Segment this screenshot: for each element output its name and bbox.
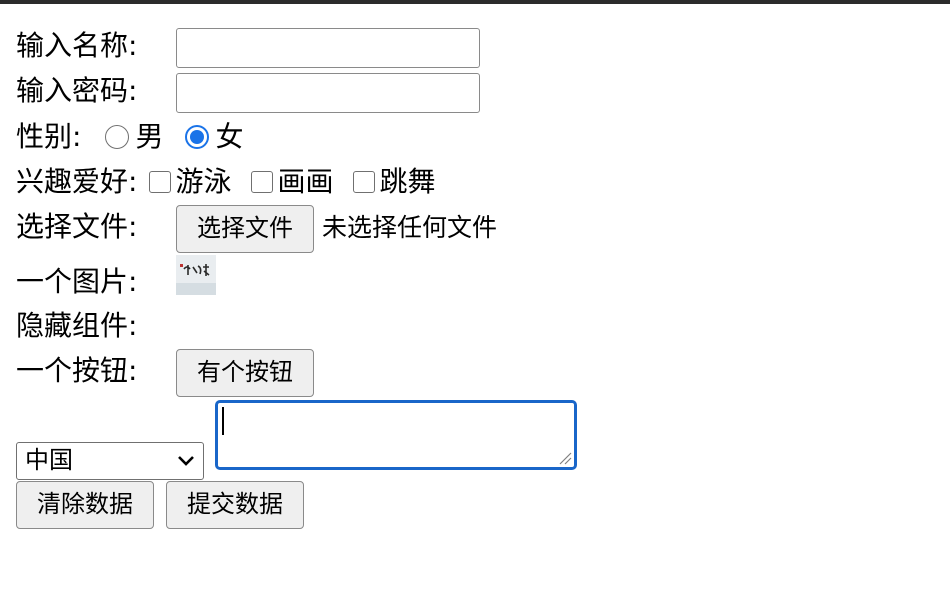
hobbies-row: 兴趣爱好: 游泳 画画 跳舞 xyxy=(16,164,435,200)
radio-male-label: 男 xyxy=(135,120,164,153)
password-input[interactable] xyxy=(176,73,480,113)
checkbox-swimming[interactable] xyxy=(149,171,172,193)
hobbies-label: 兴趣爱好: xyxy=(16,165,138,198)
password-label: 输入密码: xyxy=(16,74,138,107)
radio-male[interactable] xyxy=(105,125,130,149)
checkbox-drawing-label: 画画 xyxy=(277,165,334,198)
gender-label: 性别: xyxy=(16,120,82,153)
name-row: 输入名称: xyxy=(16,28,137,64)
hidden-row: 隐藏组件: xyxy=(16,308,137,344)
file-row: 选择文件: xyxy=(16,209,137,245)
hidden-label: 隐藏组件: xyxy=(16,309,138,342)
image-row: 一个图片: xyxy=(16,264,137,300)
button-row: 一个按钮: xyxy=(16,353,137,389)
custom-button[interactable]: 有个按钮 xyxy=(176,349,314,397)
calligraphy-image xyxy=(176,255,216,295)
file-label: 选择文件: xyxy=(16,210,138,243)
radio-female-label: 女 xyxy=(215,120,244,153)
checkbox-drawing[interactable] xyxy=(251,171,274,193)
gender-row: 性别: 男 女 xyxy=(16,119,243,155)
password-row: 输入密码: xyxy=(16,73,137,109)
image-label: 一个图片: xyxy=(16,265,138,298)
checkbox-dancing-label: 跳舞 xyxy=(379,165,436,198)
reset-button[interactable]: 清除数据 xyxy=(16,481,154,529)
country-select-value: 中国 xyxy=(25,446,73,474)
country-select[interactable]: 中国 xyxy=(16,442,204,480)
name-label: 输入名称: xyxy=(16,29,138,62)
submit-button[interactable]: 提交数据 xyxy=(166,481,304,529)
radio-female[interactable] xyxy=(185,125,210,149)
chevron-down-icon xyxy=(178,456,194,466)
calligraphy-image-graphic xyxy=(176,255,216,295)
checkbox-dancing[interactable] xyxy=(353,171,376,193)
file-status: 未选择任何文件 xyxy=(322,213,498,242)
text-cursor xyxy=(222,407,224,435)
message-textarea[interactable] xyxy=(215,400,577,470)
name-input[interactable] xyxy=(176,28,480,68)
button-label: 一个按钮: xyxy=(16,354,138,387)
file-status-row: 未选择任何文件 xyxy=(322,211,497,245)
choose-file-button[interactable]: 选择文件 xyxy=(176,205,314,253)
checkbox-swimming-label: 游泳 xyxy=(175,165,232,198)
resize-handle-icon[interactable] xyxy=(558,451,572,465)
